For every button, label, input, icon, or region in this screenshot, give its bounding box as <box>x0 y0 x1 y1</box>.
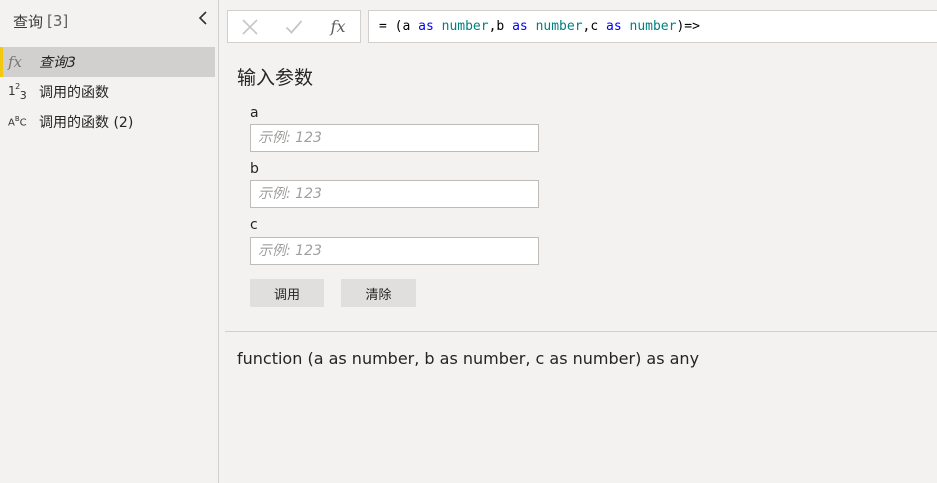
formula-token: number <box>629 19 677 34</box>
query-item-query3[interactable]: fx 查询3 <box>0 47 215 77</box>
queries-count: [3] <box>47 12 69 30</box>
check-icon <box>285 19 303 34</box>
power-query-editor: 查询 [3] fx 查询3 123 调用的函数 ABC 调用的函数 (2) fx… <box>0 0 937 483</box>
formula-token <box>434 19 442 34</box>
function-invoke-panel: 输入参数 a b c 调用 清除 function (a as number, … <box>220 48 937 483</box>
collapse-pane-button[interactable] <box>194 9 212 27</box>
close-icon <box>242 18 258 35</box>
page-title: 输入参数 <box>237 67 314 89</box>
divider <box>225 331 937 332</box>
formula-input[interactable]: = (a as number ,b as number ,c as number)=… <box>368 10 937 43</box>
formula-token: as <box>606 19 622 34</box>
fx-icon: fx <box>330 17 346 36</box>
clear-button[interactable]: 清除 <box>341 279 416 307</box>
commit-formula-button[interactable] <box>272 11 316 42</box>
invoke-button[interactable]: 调用 <box>250 279 324 307</box>
query-item-label: 查询3 <box>39 55 76 71</box>
formula-token: number <box>441 19 489 34</box>
formula-token: as <box>418 19 434 34</box>
queries-pane-title: 查询 <box>13 12 44 31</box>
param-input-a[interactable] <box>250 124 539 152</box>
function-signature: function (a as number, b as number, c as… <box>237 349 700 368</box>
text-type-icon: ABC <box>8 115 27 129</box>
cancel-formula-button[interactable] <box>228 11 272 42</box>
formula-token: ,b <box>488 19 513 34</box>
param-label-c: c <box>250 217 258 233</box>
query-item-label: 调用的函数 (2) <box>39 115 134 131</box>
param-input-c[interactable] <box>250 237 539 265</box>
queries-pane: 查询 [3] fx 查询3 123 调用的函数 ABC 调用的函数 (2) <box>0 0 219 483</box>
formula-token: ,c <box>582 19 607 34</box>
formula-bar-buttons: fx <box>227 10 361 43</box>
query-item-invoked-function[interactable]: 123 调用的函数 <box>0 77 215 107</box>
query-item-invoked-function-2[interactable]: ABC 调用的函数 (2) <box>0 107 215 137</box>
queries-pane-header: 查询 [3] <box>13 10 68 32</box>
formula-token: = (a <box>379 19 419 34</box>
param-input-b[interactable] <box>250 180 539 208</box>
param-label-b: b <box>250 161 259 177</box>
fx-icon: fx <box>8 53 23 71</box>
chevron-left-icon <box>198 11 207 25</box>
insert-function-button[interactable]: fx <box>316 11 360 42</box>
formula-token: as <box>512 19 528 34</box>
query-item-label: 调用的函数 <box>39 85 109 101</box>
formula-token <box>528 19 536 34</box>
formula-token: )=> <box>676 19 700 34</box>
param-label-a: a <box>250 105 259 121</box>
formula-token: number <box>535 19 583 34</box>
query-list: fx 查询3 123 调用的函数 ABC 调用的函数 (2) <box>0 47 215 137</box>
number-type-icon: 123 <box>8 81 27 103</box>
formula-token <box>622 19 630 34</box>
